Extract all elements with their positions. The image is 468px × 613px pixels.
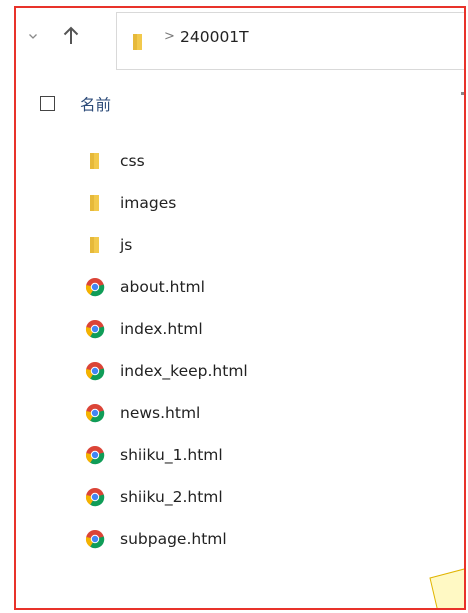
chrome-icon: [84, 528, 106, 550]
file-name: js: [120, 236, 133, 254]
recent-locations-button[interactable]: [22, 24, 44, 48]
breadcrumb-separator[interactable]: >: [164, 29, 175, 44]
chrome-icon: [84, 486, 106, 508]
navigation-bar: > 240001T: [16, 8, 464, 70]
file-name: index_keep.html: [120, 362, 248, 380]
list-item[interactable]: about.html: [84, 272, 414, 302]
chrome-icon: [84, 276, 106, 298]
breadcrumb-current-folder[interactable]: 240001T: [180, 28, 249, 46]
list-item[interactable]: images: [84, 188, 414, 218]
up-one-level-button[interactable]: [60, 24, 82, 48]
file-name: about.html: [120, 278, 205, 296]
chrome-icon: [84, 402, 106, 424]
folder-icon: [84, 192, 106, 214]
address-bar[interactable]: > 240001T: [116, 12, 464, 70]
file-name: css: [120, 152, 145, 170]
list-item[interactable]: news.html: [84, 398, 414, 428]
chrome-icon: [84, 318, 106, 340]
chevron-down-icon: [29, 34, 37, 39]
list-item[interactable]: subpage.html: [84, 524, 414, 554]
file-name: images: [120, 194, 177, 212]
list-item[interactable]: shiiku_2.html: [84, 482, 414, 512]
callout-shape: [429, 568, 464, 608]
arrow-up-icon: [63, 26, 79, 44]
file-name: news.html: [120, 404, 201, 422]
sort-indicator-icon: [461, 92, 464, 95]
folder-icon: [133, 34, 143, 54]
file-name: subpage.html: [120, 530, 227, 548]
list-item[interactable]: shiiku_1.html: [84, 440, 414, 470]
file-name: shiiku_2.html: [120, 488, 223, 506]
explorer-window-frame: > 240001T 名前 css images js about.html in…: [14, 6, 466, 610]
list-item[interactable]: css: [84, 146, 414, 176]
select-all-checkbox[interactable]: [40, 96, 55, 111]
file-name: shiiku_1.html: [120, 446, 223, 464]
column-header-row: 名前: [16, 88, 464, 122]
list-item[interactable]: index_keep.html: [84, 356, 414, 386]
chrome-icon: [84, 360, 106, 382]
list-item[interactable]: index.html: [84, 314, 414, 344]
column-header-name[interactable]: 名前: [80, 93, 111, 115]
chrome-icon: [84, 444, 106, 466]
folder-icon: [84, 234, 106, 256]
folder-icon: [84, 150, 106, 172]
list-item[interactable]: js: [84, 230, 414, 260]
file-name: index.html: [120, 320, 203, 338]
